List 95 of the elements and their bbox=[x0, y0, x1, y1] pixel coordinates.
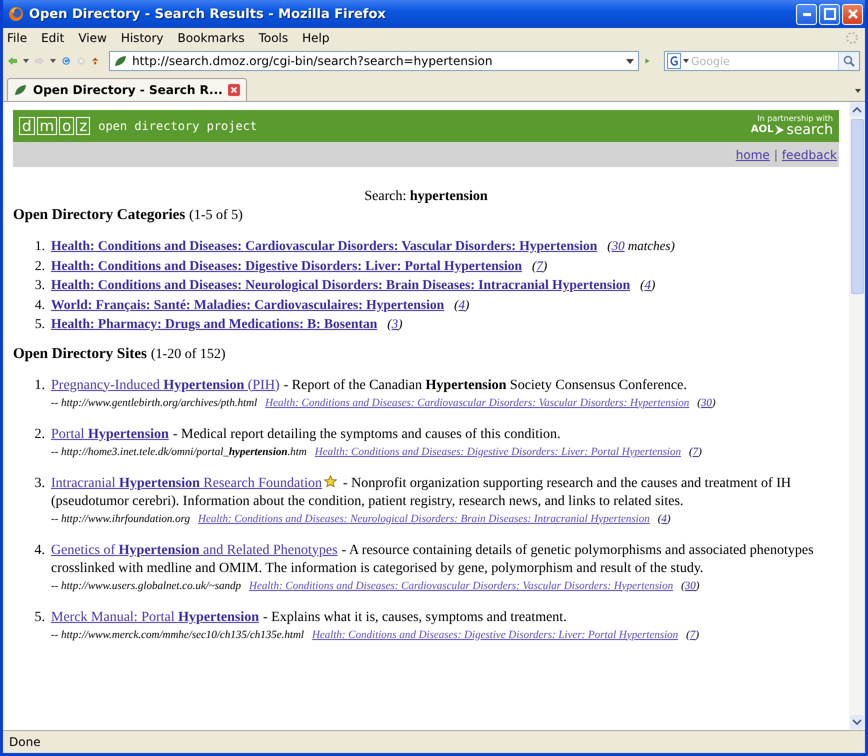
throbber-icon bbox=[845, 30, 859, 44]
match-count: (4) bbox=[454, 296, 470, 312]
item-number: 4. bbox=[34, 542, 46, 560]
nav-link[interactable]: feedback bbox=[782, 148, 837, 162]
category-link[interactable]: Health: Conditions and Diseases: Digestive Disorders: Liver: Portal Hypertension bbox=[312, 628, 678, 640]
maximize-button[interactable] bbox=[819, 4, 840, 24]
link-separator: | bbox=[774, 148, 778, 162]
firefox-icon bbox=[8, 6, 24, 22]
site-description: Merck Manual: Portal Hypertension - Explains what it is, causes, symptoms and treatment. bbox=[51, 608, 568, 626]
match-count: (4) bbox=[640, 277, 656, 292]
window-title: Open Directory - Search Results - Mozilla Firefox bbox=[29, 6, 387, 22]
close-icon bbox=[846, 8, 858, 20]
scroll-up-icon[interactable] bbox=[850, 103, 864, 117]
menu-item[interactable]: Tools bbox=[258, 30, 288, 44]
scroll-down-icon[interactable] bbox=[850, 715, 864, 729]
site-icon bbox=[114, 54, 128, 68]
logo-letter: o bbox=[59, 117, 74, 135]
section-heading: Open Directory Categories bbox=[13, 207, 186, 223]
dropdown-caret-icon[interactable] bbox=[50, 59, 56, 63]
search-query: Search: hypertension bbox=[363, 189, 489, 205]
category-link[interactable]: Health: Conditions and Diseases: Cardiovascular Disorders: Vascular Disorders: Hypertension bbox=[265, 396, 690, 408]
status-text: Done bbox=[9, 735, 41, 749]
site-description: Genetics of Hypertension and Related Phenotypes - A resource containing details of genetic polymorphisms and associated phenotypes crosslinked with medline and OMIM. The information is categorised by gene, polymorphism and result of the study. bbox=[51, 542, 815, 578]
search-bar[interactable]: Google bbox=[664, 51, 860, 71]
menu-item[interactable]: View bbox=[78, 30, 107, 44]
menu-item[interactable]: File bbox=[7, 30, 28, 44]
match-count: (30) bbox=[681, 580, 700, 592]
address-field[interactable]: http://search.dmoz.org/cgi-bin/search?search=hypertension bbox=[109, 51, 640, 71]
category-link[interactable]: Health: Conditions and Diseases: Neurological Disorders: Brain Diseases: Intracranial Hypertension bbox=[198, 512, 650, 524]
menu-item[interactable]: History bbox=[120, 30, 164, 44]
item-number: 3. bbox=[34, 276, 46, 294]
category-link[interactable]: World: Français: Santé: Maladies: Cardiovasculaires: Hypertension bbox=[51, 296, 444, 312]
site-description: Portal Hypertension - Medical report detailing the symptoms and causes of this condition. bbox=[51, 426, 562, 444]
match-count: (4) bbox=[658, 512, 671, 524]
item-number: 5. bbox=[34, 315, 46, 333]
site-url: -- http://www.merck.com/mmhe/sec10/ch135/ch135e.html bbox=[51, 628, 304, 640]
item-number: 1. bbox=[34, 376, 46, 394]
tab-list-caret-icon[interactable] bbox=[855, 89, 861, 93]
item-number: 5. bbox=[34, 608, 46, 626]
category-link[interactable]: Health: Conditions and Diseases: Digestive Disorders: Liver: Portal Hypertension bbox=[314, 446, 681, 458]
site-link[interactable]: Portal Hypertension bbox=[51, 426, 169, 442]
maximize-icon bbox=[824, 8, 836, 20]
item-number: 1. bbox=[34, 237, 46, 255]
match-count: (30) bbox=[697, 396, 716, 408]
site-description: Pregnancy-Induced Hypertension (PIH) - Report of the Canadian Hypertension Society Consensus Conference. bbox=[51, 376, 688, 394]
site-url: -- http://home3.inet.tele.dk/omni/portal_hypertension.htm bbox=[51, 446, 307, 458]
minimize-icon bbox=[802, 12, 810, 16]
partner-logo: AOL search bbox=[750, 123, 833, 137]
match-count: (7) bbox=[688, 446, 702, 458]
result-range: (1-20 of 152) bbox=[150, 346, 226, 362]
site-url: -- http://www.users.globalnet.co.uk/~sandp bbox=[51, 580, 241, 592]
menu-item[interactable]: Bookmarks bbox=[178, 30, 245, 44]
search-button[interactable] bbox=[838, 52, 860, 70]
site-link[interactable]: Pregnancy-Induced Hypertension (PIH) bbox=[51, 378, 280, 392]
category-link[interactable]: Health: Pharmacy: Drugs and Medications: B: Bosentan bbox=[51, 316, 378, 331]
category-link[interactable]: Health: Conditions and Diseases: Digestive Disorders: Liver: Portal Hypertension bbox=[51, 258, 522, 272]
site-url: -- http://www.ihrfoundation.org bbox=[51, 512, 190, 524]
match-count: (7) bbox=[686, 628, 700, 640]
site-url: -- http://www.gentlebirth.org/archives/pth.html bbox=[51, 396, 258, 408]
logo-letter: m bbox=[36, 117, 58, 135]
item-number: 4. bbox=[34, 296, 46, 314]
browser-tab[interactable]: Open Directory - Search R... bbox=[7, 78, 247, 101]
category-link[interactable]: Health: Conditions and Diseases: Cardiovascular Disorders: Vascular Disorders: Hypertension bbox=[249, 580, 674, 592]
scrollbar[interactable] bbox=[849, 102, 865, 730]
site-link[interactable]: Intracranial Hypertension Research Foundation bbox=[51, 476, 322, 490]
logo-letter: d bbox=[19, 117, 35, 135]
item-number: 3. bbox=[34, 474, 46, 492]
item-number: 2. bbox=[34, 426, 46, 444]
section-heading: Open Directory Sites bbox=[13, 346, 147, 362]
close-tab-icon[interactable] bbox=[228, 84, 240, 96]
logo-letter: z bbox=[76, 117, 90, 135]
category-link[interactable]: Health: Conditions and Diseases: Cardiovascular Disorders: Vascular Disorders: Hypertension bbox=[51, 238, 598, 253]
result-range: (1-5 of 5) bbox=[189, 208, 243, 223]
search-engine-icon[interactable] bbox=[667, 53, 690, 69]
search-icon bbox=[843, 55, 856, 67]
partner-text: In partnership with bbox=[757, 115, 833, 123]
dropdown-caret-icon[interactable] bbox=[626, 58, 634, 64]
category-link[interactable]: Health: Conditions and Diseases: Neurological Disorders: Brain Diseases: Intracranial Hypertension bbox=[51, 277, 630, 292]
site-tagline: open directory project bbox=[98, 119, 258, 133]
dropdown-caret-icon[interactable] bbox=[23, 59, 30, 63]
item-number: 2. bbox=[34, 256, 46, 274]
close-button[interactable] bbox=[842, 4, 863, 24]
menu-item[interactable]: Edit bbox=[41, 30, 64, 44]
site-link[interactable]: Merck Manual: Portal Hypertension bbox=[51, 610, 260, 624]
match-count: (3) bbox=[387, 316, 402, 331]
site-icon bbox=[14, 83, 28, 97]
nav-link[interactable]: home bbox=[736, 148, 770, 162]
match-count: (30 matches) bbox=[607, 238, 675, 253]
site-description: Intracranial Hypertension Research Foundation - Nonprofit organization supporting research and the causes and treatment of IH (pseudotumor cerebri). Information about the condition, patient registry, research news, and links to related sites. bbox=[51, 474, 792, 510]
site-link[interactable]: Genetics of Hypertension and Related Phenotypes bbox=[51, 542, 338, 558]
scroll-thumb[interactable] bbox=[850, 119, 864, 294]
minimize-button[interactable] bbox=[796, 4, 817, 24]
search-field[interactable]: Google bbox=[689, 54, 838, 68]
menu-item[interactable]: Help bbox=[302, 30, 330, 44]
match-count: (7) bbox=[532, 258, 548, 272]
